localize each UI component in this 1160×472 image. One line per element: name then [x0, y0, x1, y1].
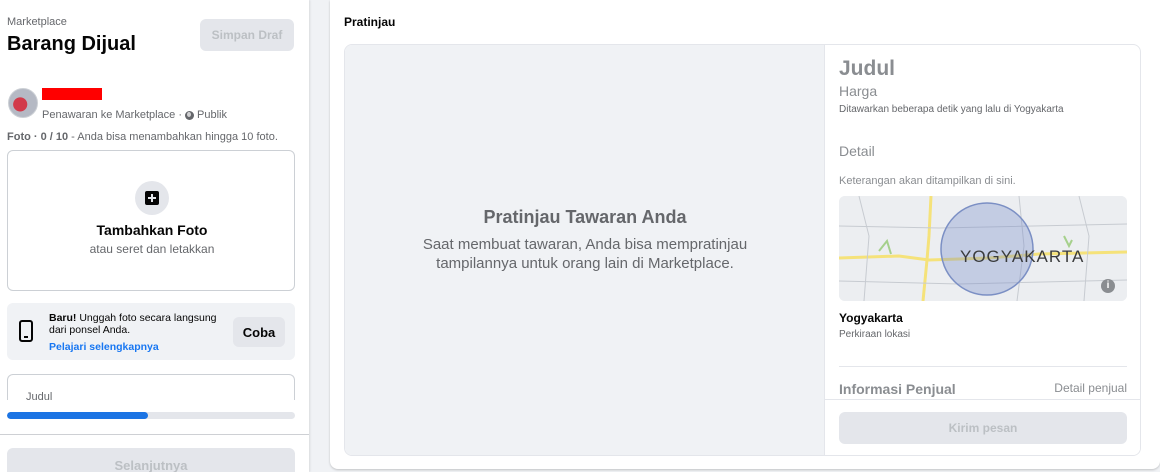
page-title: Barang Dijual — [7, 33, 136, 55]
location-map[interactable]: YOGYAKARTA i — [839, 196, 1127, 301]
preview-description: Keterangan akan ditampilkan di sini. — [839, 175, 1016, 187]
preview-media-title: Pratinjau Tawaran Anda — [483, 207, 687, 227]
preview-offered-time: Ditawarkan beberapa detik yang lalu di Y… — [839, 104, 1064, 115]
location-approx: Perkiraan lokasi — [839, 329, 911, 340]
preview-card: Pratinjau Pratinjau Tawaran Anda Saat me… — [330, 0, 1160, 469]
avatar — [8, 88, 38, 118]
posting-meta: Penawaran ke Marketplace · Publik — [42, 109, 227, 121]
divider — [839, 366, 1127, 367]
preview-details: Judul Harga Ditawarkan beberapa detik ya… — [825, 45, 1140, 455]
divider — [0, 434, 309, 435]
preview-media-area: Pratinjau Tawaran Anda Saat membuat tawa… — [345, 45, 825, 455]
photo-count: Foto · 0 / 10 - Anda bisa menambahkan hi… — [7, 131, 278, 143]
progress-bar — [7, 412, 295, 419]
redacted-username — [42, 88, 102, 100]
preview-price: Harga — [839, 83, 878, 99]
preview-heading: Pratinjau — [344, 15, 396, 29]
learn-more-link[interactable]: Pelajari selengkapnya — [49, 341, 159, 353]
mobile-upload-text: Baru! Unggah foto secara langsung dari p… — [49, 312, 219, 336]
preview-frame: Pratinjau Tawaran Anda Saat membuat tawa… — [344, 44, 1141, 456]
posting-destination: Penawaran ke Marketplace · — [42, 109, 183, 121]
seller-info-heading: Informasi Penjual — [839, 381, 956, 397]
preview-detail-heading: Detail — [839, 143, 875, 159]
phone-icon — [19, 320, 33, 342]
listing-sidebar: Marketplace Barang Dijual Simpan Draf Pe… — [0, 0, 309, 472]
try-button[interactable]: Coba — [233, 317, 285, 347]
map-city-label: YOGYAKARTA — [960, 247, 1085, 266]
next-button[interactable]: Selanjutnya — [7, 448, 295, 472]
new-badge: Baru! — [49, 312, 77, 324]
photo-hint: - Anda bisa menambahkan hingga 10 foto. — [68, 131, 278, 143]
audience-label[interactable]: Publik — [197, 109, 227, 121]
add-photo-subtitle: atau seret dan letakkan — [89, 242, 215, 256]
photo-count-value: Foto · 0 / 10 — [7, 131, 69, 143]
add-photo-title: Tambahkan Foto — [96, 222, 208, 238]
preview-footer: Kirim pesan — [825, 399, 1140, 455]
location-city: Yogyakarta — [839, 311, 903, 325]
send-message-button[interactable]: Kirim pesan — [839, 412, 1127, 444]
title-placeholder: Judul — [26, 391, 53, 400]
preview-media-subtitle: Saat membuat tawaran, Anda bisa memprati… — [422, 236, 748, 272]
mobile-upload-banner: Baru! Unggah foto secara langsung dari p… — [7, 303, 295, 360]
progress-fill — [7, 412, 149, 419]
add-photo-dropzone[interactable]: Tambahkan Foto atau seret dan letakkan — [7, 150, 295, 291]
save-draft-button[interactable]: Simpan Draf — [200, 19, 294, 51]
add-photo-icon — [135, 181, 169, 215]
globe-icon — [185, 110, 195, 120]
title-input[interactable]: Judul — [7, 374, 295, 400]
seller-detail-link[interactable]: Detail penjual — [1047, 381, 1127, 395]
breadcrumb[interactable]: Marketplace — [7, 16, 67, 28]
info-icon[interactable]: i — [1101, 279, 1115, 293]
preview-title: Judul — [839, 57, 895, 80]
